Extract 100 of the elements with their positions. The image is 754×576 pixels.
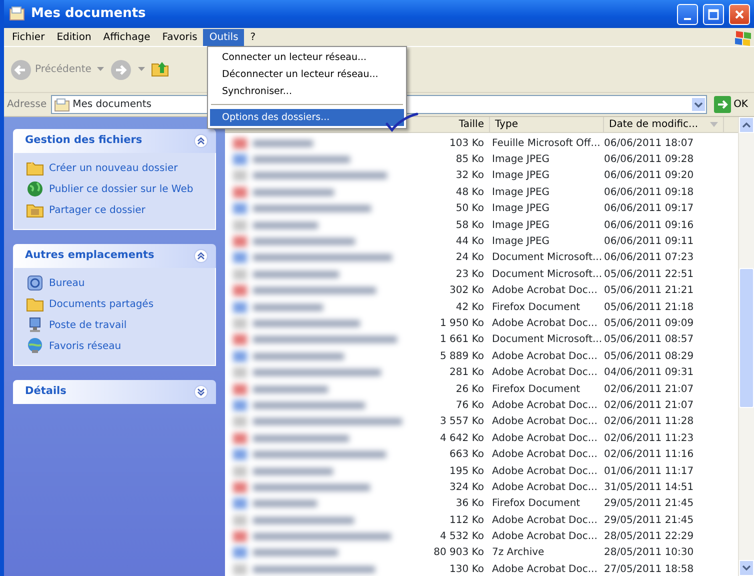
table-cell-text: 05/06/2011 21:18 [604,300,695,315]
table-cell-text: Adobe Acrobat Doc... [491,514,598,528]
panel-header[interactable]: Détails [13,380,216,404]
table-cell-text: 02/06/2011 21:07 [604,382,695,397]
table-cell-text: Adobe Acrobat Doc... [491,480,598,495]
dropdown-icon [690,97,706,112]
table-cell-text: 04/06/2011 09:31 [604,366,695,380]
table-cell-text: 06/06/2011 09:16 [604,218,695,233]
table-cell-text: 302 Ko [448,284,485,298]
table-cell-text: 281 Ko [448,366,485,380]
collapse-icon [195,250,207,262]
table-cell-text: 05/06/2011 08:29 [604,350,695,364]
task-link[interactable]: Bureau [26,274,205,292]
menu-entry[interactable]: Connecter un lecteur réseau... [210,49,404,66]
menu-item[interactable]: Edition [50,28,98,46]
table-cell-text: Adobe Acrobat Doc... [491,398,598,413]
table-cell-text: 05/06/2011 08:57 [604,333,695,348]
menu-item[interactable]: Outils [203,28,244,46]
table-cell-text: Adobe Acrobat Doc... [491,562,598,576]
menu-item[interactable]: Affichage [97,28,156,46]
scrollbar[interactable] [738,117,754,576]
table-cell-text: 02/06/2011 21:07 [604,398,695,413]
menu-item[interactable]: Fichier [6,28,51,46]
table-cell-text: 1 950 Ko [439,316,485,331]
sort-arrow-icon [710,122,718,128]
chevron-button[interactable] [194,134,208,148]
table-cell-text: Image JPEG [491,153,551,168]
table-cell-text: 195 Ko [448,464,485,478]
table-cell-text: Image JPEG [491,235,551,250]
table-cell-text: Image JPEG [491,202,551,216]
table-cell-text: 7z Archive [491,546,546,560]
table-cell-text: Adobe Acrobat Doc... [491,350,598,364]
table-cell-text: Adobe Acrobat Doc... [491,415,598,430]
menu-entry[interactable]: Déconnecter un lecteur réseau... [210,66,404,83]
column-header[interactable]: Type [490,117,604,132]
chevron-button[interactable] [194,385,208,399]
table-cell-text: Document Microsoft... [491,251,604,266]
caret-icon [138,67,146,72]
table-cell-text: 112 Ko [448,514,485,528]
network-icon [26,337,44,355]
table-cell-text: Adobe Acrobat Doc... [491,432,598,446]
panel-header[interactable]: Autres emplacements [13,244,216,268]
go-button[interactable]: OK [710,96,751,113]
task-link[interactable]: Publier ce dossier sur le Web [26,180,205,198]
table-cell-text: 06/06/2011 09:28 [604,153,695,168]
menu-item[interactable]: ? [244,28,262,46]
task-link[interactable]: Partager ce dossier [26,201,205,219]
table-cell-text: 32 Ko [454,169,485,184]
panel-header[interactable]: Gestion des fichiers [13,129,216,153]
table-cell-text: 80 903 Ko [432,546,485,560]
task-link[interactable]: Documents partagés [26,295,205,313]
table-cell-text: 1 661 Ko [439,333,485,348]
table-cell-text: Firefox Document [491,300,582,315]
chevron-button[interactable] [194,249,208,263]
table-cell-text: 24 Ko [454,251,485,266]
column-header[interactable]: Date de modific... [604,117,724,132]
table-cell-text: 663 Ko [448,448,485,462]
table-cell-text: 02/06/2011 11:23 [604,432,695,446]
table-cell-text: 4 532 Ko [439,530,485,544]
table-cell-text: Adobe Acrobat Doc... [491,464,598,478]
table-cell-text: 5 889 Ko [439,350,485,364]
desktop-icon [26,274,44,292]
table-cell-text: 06/06/2011 09:11 [604,235,695,250]
maximize-button[interactable] [703,4,724,24]
close-icon [734,8,745,20]
table-cell-text: 05/06/2011 22:51 [604,268,695,282]
table-cell-text: 28/05/2011 22:29 [604,530,695,544]
table-cell-text: 44 Ko [454,235,485,250]
task-link[interactable]: Favoris réseau [26,337,205,355]
table-cell-text: 05/06/2011 21:21 [604,284,695,298]
table-cell-text: 130 Ko [448,562,485,576]
folder-icon [26,159,44,177]
table-cell-text: 50 Ko [454,202,485,216]
table-cell-text: 103 Ko [448,136,485,151]
table-cell-text: 85 Ko [454,153,485,168]
menu-entry[interactable]: Options des dossiers... [210,109,404,126]
table-cell-text: Firefox Document [491,497,582,512]
close-button[interactable] [729,4,750,24]
globe-icon [26,180,44,198]
table-cell-text: 06/06/2011 09:18 [604,186,695,200]
minimize-button[interactable] [677,4,698,24]
table-cell-text: Adobe Acrobat Doc... [491,284,598,298]
table-cell-text: Image JPEG [491,218,551,233]
folder-icon [54,98,70,112]
menu-item[interactable]: Favoris [156,28,204,46]
table-cell-text: 42 Ko [454,300,485,315]
task-link[interactable]: Créer un nouveau dossier [26,159,205,177]
checkmark-drawing [384,112,420,132]
task-link[interactable]: Poste de travail [26,316,205,334]
expand-icon [195,386,207,398]
collapse-icon [195,135,207,147]
table-cell-text: 06/06/2011 18:07 [604,136,695,151]
table-cell-text: 28/05/2011 10:30 [604,546,695,560]
table-cell-text: 4 642 Ko [439,432,485,446]
windows-logo-icon [732,28,754,46]
table-cell-text: 76 Ko [454,398,485,413]
table-cell-text: Image JPEG [491,169,551,184]
table-cell-text: 05/06/2011 09:09 [604,316,695,331]
table-cell-text: Feuille Microsoft Off... [491,136,602,151]
table-cell-text: 36 Ko [454,497,485,512]
